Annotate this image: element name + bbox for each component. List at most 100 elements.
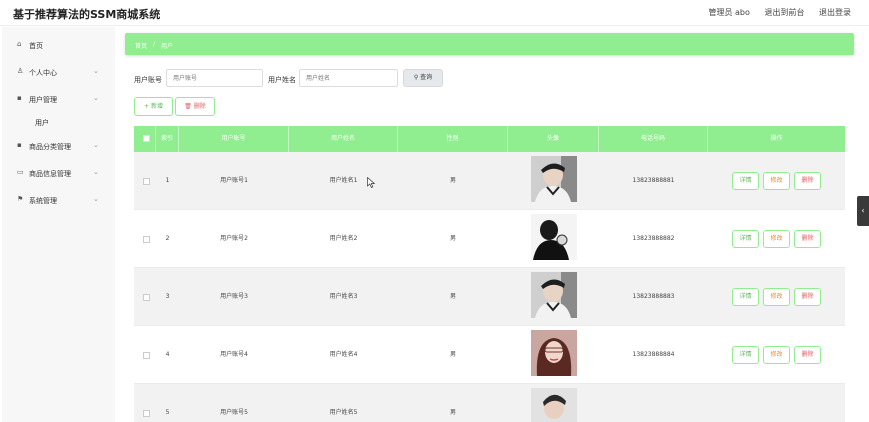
back-to-frontend-link[interactable]: 退出到前台	[764, 8, 804, 17]
detail-button[interactable]: 详情	[732, 346, 759, 364]
sidebar-item-label: 用户管理	[29, 96, 57, 104]
sidebar-item-label: 用户	[35, 119, 49, 127]
account-search-input[interactable]	[166, 69, 263, 87]
search-icon: ⚲	[413, 74, 419, 81]
header-operations: 操作	[770, 135, 783, 142]
breadcrumb-current: 用户	[161, 43, 174, 50]
sidebar-item-system-management[interactable]: ⚑ 系统管理 ⌄	[2, 191, 115, 209]
avatar[interactable]	[531, 330, 577, 376]
row-checkbox[interactable]	[143, 294, 150, 301]
app-window: 基于推荐算法的SSM商城系统 管理员 abo 退出到前台 退出登录 ⌂ 首页 ♙…	[0, 0, 869, 422]
chevron-down-icon: ⌄	[93, 195, 99, 203]
row-index: 1	[165, 177, 170, 184]
delete-button[interactable]: 删除	[794, 230, 821, 248]
avatar[interactable]	[531, 214, 577, 260]
top-links: 管理员 abo 退出到前台 退出登录	[696, 7, 851, 18]
name-search-label: 用户姓名	[268, 76, 296, 84]
breadcrumb-separator: /	[153, 41, 156, 48]
header-index: 索引	[156, 126, 179, 152]
row-account: 用户账号3	[220, 293, 248, 300]
sidebar-item-label: 首页	[29, 42, 43, 50]
sidebar-item-home[interactable]: ⌂ 首页	[2, 36, 115, 54]
header-name: 用户姓名	[289, 126, 398, 152]
delete-button[interactable]: 删除	[794, 288, 821, 306]
add-button[interactable]: + 新增	[134, 97, 173, 116]
detail-button[interactable]: 详情	[732, 288, 759, 306]
logout-link[interactable]: 退出登录	[819, 8, 851, 17]
table-row: 2 用户账号2 用户姓名2 男 13823888882 详情 修改 删除	[134, 210, 845, 268]
row-phone: 13823888884	[632, 351, 675, 358]
table-header: 索引 用户账号 用户姓名 性别 头像 电话号码 操作	[134, 126, 845, 152]
main-content: 首页 / 用户 用户账号 用户姓名 ⚲ 查询 + 新增 🗑 删除 索引 用户	[116, 27, 869, 422]
row-checkbox[interactable]	[143, 352, 150, 359]
edit-button[interactable]: 修改	[763, 172, 790, 190]
search-button-label: 查询	[420, 74, 433, 81]
row-index: 2	[165, 235, 170, 242]
collapse-panel-toggle[interactable]: ‹	[857, 196, 869, 226]
avatar[interactable]	[531, 388, 577, 422]
plus-icon: +	[144, 103, 150, 110]
grid-icon: ▪	[17, 94, 22, 102]
user-table: 索引 用户账号 用户姓名 性别 头像 电话号码 操作 1 用户账号1 用户姓名1…	[134, 126, 845, 422]
header-avatar: 头像	[508, 126, 599, 152]
row-gender: 男	[449, 351, 456, 358]
row-phone: 13823888881	[632, 177, 675, 184]
avatar[interactable]	[531, 156, 577, 202]
sidebar-item-product-management[interactable]: ▭ 商品信息管理 ⌄	[2, 164, 115, 182]
chevron-down-icon: ⌄	[93, 67, 99, 75]
row-checkbox[interactable]	[143, 178, 150, 185]
shop-icon: ▭	[17, 168, 24, 176]
delete-button-label: 删除	[193, 103, 206, 110]
chevron-down-icon: ⌄	[93, 94, 99, 102]
row-checkbox[interactable]	[143, 236, 150, 243]
edit-button[interactable]: 修改	[763, 346, 790, 364]
breadcrumb: 首页 / 用户	[125, 33, 854, 55]
sidebar-item-category-management[interactable]: ▪ 商品分类管理 ⌄	[2, 137, 115, 155]
sidebar-item-user-management[interactable]: ▪ 用户管理 ⌄	[2, 90, 115, 108]
add-button-label: 新增	[150, 103, 163, 110]
table-row: 3 用户账号3 用户姓名3 男 13823888883 详情 修改 删除	[134, 268, 845, 326]
table-row: 1 用户账号1 用户姓名1 男 13823888881 详情 修改 删除	[134, 152, 845, 210]
sidebar-subitem-user[interactable]: 用户	[2, 113, 115, 131]
batch-delete-button[interactable]: 🗑 删除	[175, 97, 215, 116]
edit-button[interactable]: 修改	[763, 230, 790, 248]
table-row: 5 用户账号5 用户姓名5 男	[134, 384, 845, 422]
chevron-down-icon: ⌄	[93, 141, 99, 149]
row-name: 用户姓名3	[329, 293, 358, 300]
header-account: 用户账号	[179, 126, 289, 152]
user-icon: ♙	[17, 67, 24, 75]
delete-button[interactable]: 删除	[794, 172, 821, 190]
edit-button[interactable]: 修改	[763, 288, 790, 306]
row-checkbox[interactable]	[143, 410, 150, 417]
mouse-cursor-icon	[367, 177, 375, 188]
row-name: 用户姓名4	[329, 351, 358, 358]
chevron-down-icon: ⌄	[93, 168, 99, 176]
sidebar-item-label: 商品分类管理	[29, 143, 71, 151]
detail-button[interactable]: 详情	[732, 230, 759, 248]
row-index: 5	[165, 409, 170, 416]
breadcrumb-home[interactable]: 首页	[135, 41, 147, 50]
trash-icon: 🗑	[184, 103, 192, 110]
top-bar: 基于推荐算法的SSM商城系统 管理员 abo 退出到前台 退出登录	[0, 0, 869, 26]
row-name: 用户姓名1	[329, 177, 358, 184]
row-name: 用户姓名5	[329, 409, 358, 416]
header-select-all	[134, 126, 156, 152]
row-gender: 男	[449, 177, 456, 184]
name-search-input[interactable]	[299, 69, 398, 87]
row-index: 4	[165, 351, 170, 358]
row-account: 用户账号5	[220, 409, 248, 416]
row-name: 用户姓名2	[329, 235, 358, 242]
row-gender: 男	[449, 409, 456, 416]
row-gender: 男	[449, 293, 456, 300]
sidebar-item-label: 商品信息管理	[29, 170, 71, 178]
search-button[interactable]: ⚲ 查询	[403, 69, 443, 87]
select-all-checkbox[interactable]	[143, 135, 150, 142]
detail-button[interactable]: 详情	[732, 172, 759, 190]
sidebar-item-profile[interactable]: ♙ 个人中心 ⌄	[2, 63, 115, 81]
row-account: 用户账号1	[220, 177, 248, 184]
app-title: 基于推荐算法的SSM商城系统	[13, 8, 161, 21]
avatar[interactable]	[531, 272, 577, 318]
row-account: 用户账号2	[220, 235, 248, 242]
delete-button[interactable]: 删除	[794, 346, 821, 364]
sidebar: ⌂ 首页 ♙ 个人中心 ⌄ ▪ 用户管理 ⌄ 用户 ▪ 商品分类管理 ⌄ ▭ 商…	[2, 27, 115, 422]
